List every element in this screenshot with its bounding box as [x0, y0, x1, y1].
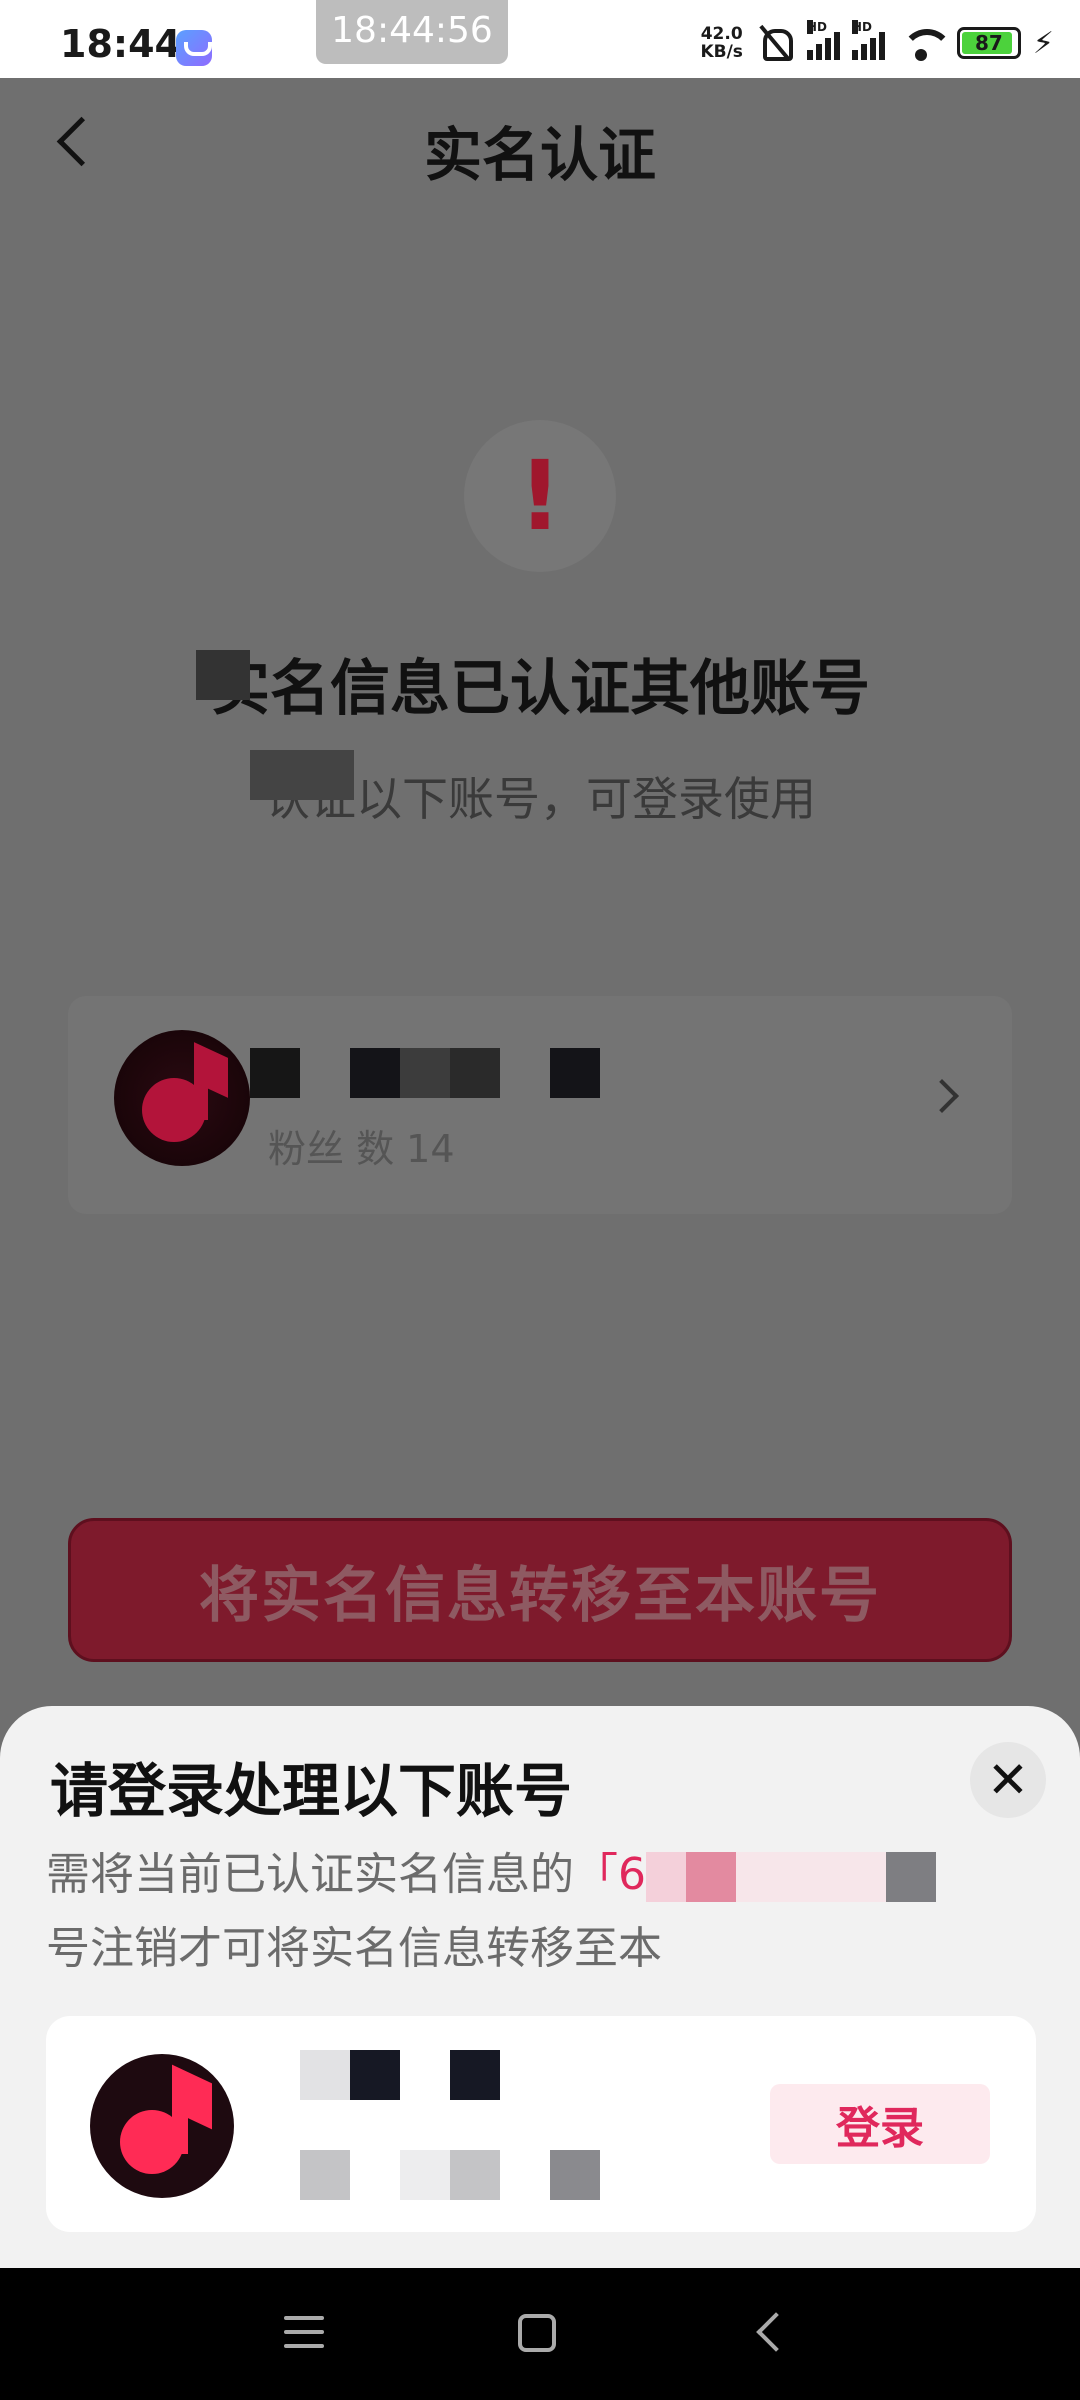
- alert-icon: !: [464, 420, 616, 572]
- verified-account-card[interactable]: 粉丝 数 14: [68, 996, 1012, 1214]
- charging-icon: ⚡: [1032, 25, 1054, 61]
- login-bottom-sheet: 请登录处理以下账号 ✕ 需将当前已认证实名信息的「6 号注销才可将实名信息转移至…: [0, 1706, 1080, 2272]
- fans-count: 粉丝 数 14: [268, 1127, 455, 1171]
- redacted-username: [250, 1048, 300, 1098]
- close-icon[interactable]: ✕: [970, 1742, 1046, 1818]
- signal-icon: HD: [806, 20, 840, 60]
- login-button[interactable]: 登录: [770, 2084, 990, 2164]
- login-account-card: 登录: [46, 2016, 1036, 2232]
- redaction-block: [196, 650, 250, 700]
- mute-bell-icon: [755, 23, 795, 63]
- account-avatar: [90, 2054, 234, 2198]
- status-time: 18:44: [60, 22, 181, 66]
- page-title: 实名认证: [423, 121, 656, 189]
- screen: 18:44 18:44:56 42.0 KB/s HD HD 87 ⚡ 实名认证…: [0, 0, 1080, 2400]
- home-icon[interactable]: [518, 2314, 556, 2352]
- notice-headline: 实名信息已认证其他账号: [210, 654, 870, 724]
- app-notification-icon: [176, 30, 212, 66]
- floating-clock: 18:44:56: [316, 0, 508, 64]
- signal-icon-2: HD: [851, 20, 885, 60]
- status-icons: 42.0 KB/s HD HD 87 ⚡: [700, 18, 1054, 68]
- account-avatar: [114, 1030, 250, 1166]
- transfer-realname-button[interactable]: 将实名信息转移至本账号: [68, 1518, 1012, 1662]
- redacted-userinfo: [300, 2150, 350, 2200]
- battery-icon: 87: [956, 27, 1021, 59]
- recents-menu-icon[interactable]: [284, 2316, 324, 2350]
- status-bar: 18:44 18:44:56 42.0 KB/s HD HD 87 ⚡: [0, 0, 1080, 78]
- sheet-description: 需将当前已认证实名信息的「6 号注销才可将实名信息转移至本: [46, 1838, 1006, 1986]
- system-nav-bar: [0, 2268, 1080, 2400]
- wifi-icon: [897, 23, 953, 63]
- sheet-title: 请登录处理以下账号: [50, 1757, 573, 1825]
- network-speed: 42.0 KB/s: [700, 24, 743, 62]
- redacted-username: [300, 2050, 350, 2100]
- nav-back-icon[interactable]: [756, 2312, 796, 2352]
- chevron-right-icon: [925, 1079, 959, 1113]
- redaction-block: [250, 750, 354, 800]
